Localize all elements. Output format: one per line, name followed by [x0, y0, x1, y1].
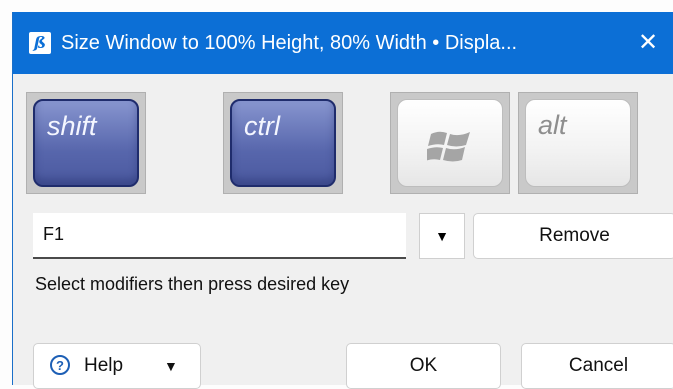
- shift-key-toggle[interactable]: shift: [26, 92, 146, 194]
- help-button[interactable]: ? Help ▼: [33, 343, 201, 389]
- ctrl-key-label: ctrl: [244, 111, 280, 141]
- shift-key-cap: shift: [33, 99, 139, 187]
- win-key-cap: [397, 99, 503, 187]
- close-button[interactable]: ✕: [631, 26, 665, 60]
- chevron-down-icon: ▼: [164, 358, 178, 374]
- alt-key-toggle[interactable]: alt: [518, 92, 638, 194]
- remove-button[interactable]: Remove: [473, 213, 673, 259]
- ok-button[interactable]: OK: [346, 343, 501, 389]
- hotkey-input[interactable]: F1: [33, 213, 406, 259]
- hotkey-value: F1: [43, 224, 65, 244]
- app-icon: ß: [29, 32, 51, 54]
- instruction-text: Select modifiers then press desired key: [35, 274, 350, 294]
- hotkey-dropdown-button[interactable]: ▼: [419, 213, 465, 259]
- help-circle-icon: ?: [50, 355, 70, 375]
- win-key-toggle[interactable]: [390, 92, 510, 194]
- window-title: Size Window to 100% Height, 80% Width • …: [61, 32, 518, 54]
- title-bar[interactable]: ß Size Window to 100% Height, 80% Width …: [13, 12, 673, 74]
- dialog-window: ß Size Window to 100% Height, 80% Width …: [12, 12, 673, 389]
- ctrl-key-cap: ctrl: [230, 99, 336, 187]
- shift-key-label: shift: [47, 111, 97, 141]
- windows-logo-icon: [427, 131, 470, 162]
- cancel-button[interactable]: Cancel: [521, 343, 673, 389]
- alt-key-cap: alt: [525, 99, 631, 187]
- help-label: Help: [84, 355, 124, 376]
- alt-key-label: alt: [538, 110, 567, 140]
- ctrl-key-toggle[interactable]: ctrl: [223, 92, 343, 194]
